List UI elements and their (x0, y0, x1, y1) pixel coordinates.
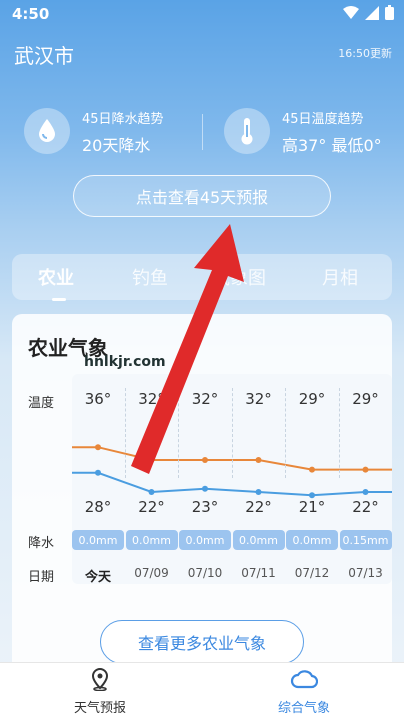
city-name[interactable]: 武汉市 (14, 40, 74, 69)
rain-amount-chip: 0.0mm (125, 530, 178, 550)
rain-trend-value: 20天降水 (82, 136, 151, 155)
high-temp-label: 36° (84, 390, 112, 408)
temp-trend[interactable]: 45日温度趋势 高37° 最低0° (224, 104, 396, 160)
date-label: 07/10 (187, 566, 223, 580)
rain-amount-chip: 0.0mm (72, 530, 124, 550)
status-icons (343, 5, 394, 20)
status-time: 4:50 (12, 5, 50, 23)
rain-amount-chip: 0.0mm (179, 530, 231, 550)
date-label: 07/13 (348, 566, 383, 580)
app-header: 武汉市 16:50更新 (0, 36, 404, 72)
rain-trend[interactable]: 45日降水趋势 20天降水 (24, 104, 194, 160)
rain-amount-chip: 0.15mm (339, 530, 392, 550)
low-temp-label: 22° (352, 498, 379, 516)
nav-weather-label: 天气预报 (73, 701, 126, 716)
high-temp-point (95, 444, 101, 451)
battery-icon (385, 5, 394, 20)
nav-comprehensive-climate[interactable]: 综合气象 (244, 667, 364, 716)
location-pin-icon (91, 667, 109, 692)
high-temp-label: 32° (245, 390, 272, 408)
nav-climate-label: 综合气象 (277, 701, 330, 716)
low-temp-label: 28° (84, 498, 112, 516)
trend-divider (202, 114, 203, 150)
low-temp-point (148, 489, 155, 495)
high-temp-label: 29° (352, 390, 379, 408)
date-label: 今天 (84, 570, 111, 584)
signal-icon (365, 5, 379, 20)
temp-trend-title: 45日温度趋势 (282, 112, 364, 127)
low-temp-label: 22° (138, 498, 165, 516)
thermometer-icon (224, 108, 270, 154)
high-temp-label: 32° (191, 390, 219, 408)
raindrop-icon (24, 108, 70, 154)
low-temp-label: 23° (191, 498, 219, 516)
update-time: 16:50更新 (338, 47, 392, 60)
tab-agriculture[interactable]: 农业 (38, 264, 74, 290)
temperature-chart: 36° 28° 0.0mm 今天 32° 22° 0.0mm 07/09 32° 23° 0.0mm… (72, 374, 392, 584)
high-temp-point (255, 457, 262, 463)
date-label: 07/11 (241, 566, 276, 580)
temp-trend-value: 高37° 最低0° (282, 136, 382, 155)
low-temp-label: 21° (298, 498, 326, 516)
low-temp-point (95, 469, 101, 476)
date-row-label: 日期 (28, 570, 55, 585)
low-temp-point (202, 485, 208, 492)
tab-fishing[interactable]: 钓鱼 (132, 264, 168, 290)
rain-trend-title: 45日降水趋势 (82, 112, 164, 127)
date-label: 07/12 (294, 566, 330, 580)
wifi-icon (343, 5, 359, 19)
forecast-45-button[interactable]: 点击查看45天预报 (73, 175, 331, 217)
high-temp-point (362, 466, 369, 473)
date-label: 07/09 (134, 566, 169, 580)
high-temp-point (202, 457, 208, 463)
cloud-icon (290, 670, 319, 689)
more-agriculture-button[interactable]: 查看更多农业气象 (100, 620, 304, 664)
high-temp-point (309, 466, 315, 473)
nav-weather-forecast[interactable]: 天气预报 (40, 667, 160, 716)
tab-moon-phase[interactable]: 月相 (322, 264, 358, 290)
tab-bar: 农业 钓鱼 气象图 月相 (12, 254, 392, 300)
low-temp-point (255, 489, 262, 495)
low-temp-label: 22° (245, 498, 272, 516)
agriculture-card: 农业气象 温度 降水 日期 36° 28° 0.0mm 今天 32° 22° 0.0mm 07… (12, 314, 392, 704)
bottom-navigation: 天气预报 综合气象 (0, 662, 404, 719)
high-temp-point (148, 457, 155, 463)
high-temp-label: 29° (298, 390, 326, 408)
high-temp-label: 32° (138, 390, 165, 408)
status-bar: 4:50 (0, 0, 404, 28)
tab-weather-map[interactable]: 气象图 (212, 264, 266, 290)
rain-amount-chip: 0.0mm (232, 530, 285, 550)
watermark: hnlkjr.com (84, 354, 166, 370)
tab-active-indicator (52, 298, 66, 301)
low-temp-point (362, 489, 369, 495)
rain-row-label: 降水 (28, 536, 55, 551)
temp-row-label: 温度 (28, 396, 55, 411)
rain-amount-chip: 0.0mm (286, 530, 338, 550)
